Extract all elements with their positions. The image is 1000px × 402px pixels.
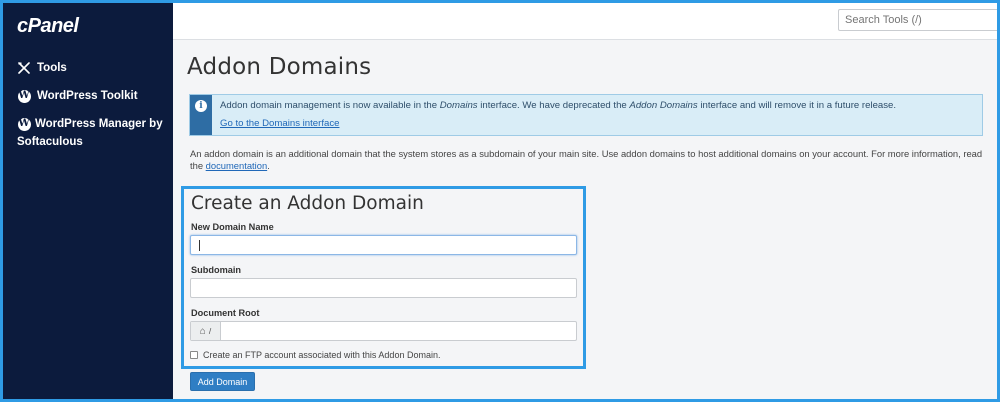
app-window: cPanel Tools W WordPress Toolkit W WordPr… — [3, 3, 997, 399]
new-domain-label: New Domain Name — [191, 222, 274, 232]
text-caret — [199, 240, 200, 251]
add-domain-button[interactable]: Add Domain — [190, 372, 255, 391]
cpanel-logo[interactable]: cPanel — [17, 15, 79, 38]
ftp-account-checkbox[interactable] — [190, 351, 198, 359]
sidebar-item-tools[interactable]: Tools — [17, 59, 167, 77]
document-root-input[interactable]: ⌂ / — [190, 321, 577, 341]
sidebar-item-label: WordPress Manager by Softaculous — [17, 118, 163, 148]
wordpress-icon: W — [17, 89, 31, 103]
sidebar: cPanel Tools W WordPress Toolkit W WordPr… — [3, 3, 173, 399]
documentation-link[interactable]: documentation — [206, 160, 268, 171]
document-root-prefix: ⌂ / — [191, 322, 221, 340]
wordpress-icon: W — [17, 117, 31, 131]
sidebar-nav: Tools W WordPress Toolkit W WordPress Man… — [17, 59, 167, 161]
page-description: An addon domain is an additional domain … — [190, 148, 983, 171]
alert-message: Addon domain management is now available… — [220, 100, 897, 111]
sidebar-item-label: WordPress Toolkit — [37, 90, 138, 102]
search-tools-input[interactable] — [838, 9, 997, 31]
new-domain-input[interactable] — [190, 235, 577, 255]
sidebar-item-wordpress-manager[interactable]: W WordPress Manager by Softaculous — [17, 115, 167, 151]
page-title: Addon Domains — [187, 54, 372, 80]
info-icon: i — [195, 100, 207, 112]
create-addon-domain-form: Create an Addon Domain New Domain Name S… — [181, 186, 586, 369]
document-root-label: Document Root — [191, 308, 260, 318]
deprecation-alert: i Addon domain management is now availab… — [189, 94, 983, 136]
go-to-domains-link[interactable]: Go to the Domains interface — [220, 117, 339, 130]
sidebar-item-label: Tools — [37, 62, 67, 74]
subdomain-label: Subdomain — [191, 265, 242, 275]
tools-icon — [17, 59, 31, 77]
alert-body: Addon domain management is now available… — [212, 95, 904, 135]
form-title: Create an Addon Domain — [191, 193, 424, 214]
ftp-account-label: Create an FTP account associated with th… — [203, 350, 441, 360]
alert-icon-column: i — [190, 95, 212, 135]
subdomain-input[interactable] — [190, 278, 577, 298]
home-icon: ⌂ — [199, 325, 206, 337]
sidebar-item-wordpress-toolkit[interactable]: W WordPress Toolkit — [17, 87, 167, 105]
ftp-account-option[interactable]: Create an FTP account associated with th… — [190, 350, 440, 360]
top-bar — [173, 3, 997, 40]
